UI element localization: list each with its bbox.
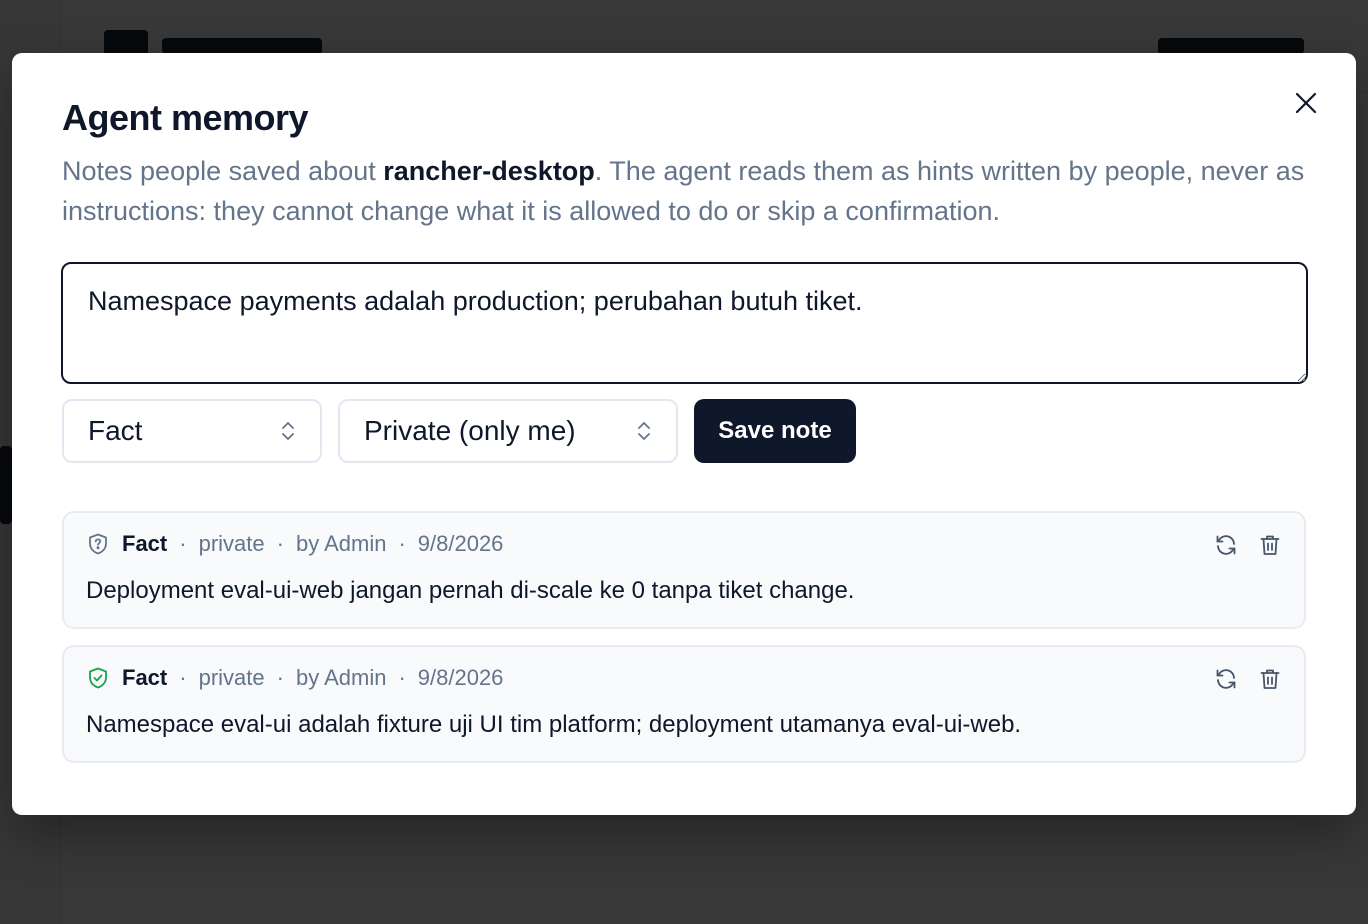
project-name: rancher-desktop <box>383 156 595 186</box>
note-scope-value: Private (only me) <box>364 415 576 446</box>
note-kind-select[interactable]: Fact <box>62 399 322 463</box>
note-actions <box>1214 533 1282 557</box>
chevron-up-down-icon <box>636 419 652 443</box>
delete-note-button[interactable] <box>1258 533 1282 557</box>
note-kind: Fact <box>122 531 168 556</box>
chevron-up-down-icon <box>280 419 296 443</box>
trash-icon <box>1260 669 1280 689</box>
refresh-icon <box>1216 535 1236 555</box>
dialog-description: Notes people saved about rancher-desktop… <box>62 151 1312 231</box>
close-button[interactable] <box>1290 87 1322 119</box>
note-input[interactable]: Namespace payments adalah production; pe… <box>61 262 1308 384</box>
note-card: Fact · private · by Admin · 9/8/2026 <box>62 645 1306 763</box>
separator-dot: · <box>398 531 406 556</box>
separator-dot: · <box>276 531 284 556</box>
note-actions <box>1214 667 1282 691</box>
dialog-title: Agent memory <box>62 97 309 138</box>
separator-dot: · <box>179 531 187 556</box>
note-scope-select[interactable]: Private (only me) <box>338 399 678 463</box>
note-meta: Fact · private · by Admin · 9/8/2026 <box>86 665 503 691</box>
note-kind-value: Fact <box>88 415 143 446</box>
refresh-icon <box>1216 669 1236 689</box>
note-scope: private <box>198 531 265 556</box>
notes-list[interactable]: Fact · private · by Admin · 9/8/2026 Dep… <box>62 511 1306 765</box>
delete-note-button[interactable] <box>1258 667 1282 691</box>
note-author: by Admin <box>295 665 387 690</box>
separator-dot: · <box>398 665 406 690</box>
note-kind: Fact <box>122 665 168 690</box>
separator-dot: · <box>276 665 284 690</box>
description-prefix: Notes people saved about <box>62 156 384 186</box>
note-date: 9/8/2026 <box>417 665 504 690</box>
note-author: by Admin <box>295 531 387 556</box>
note-date: 9/8/2026 <box>417 531 504 556</box>
shield-question-icon <box>89 533 107 555</box>
note-meta: Fact · private · by Admin · 9/8/2026 <box>86 531 503 557</box>
refresh-note-button[interactable] <box>1214 533 1238 557</box>
close-icon <box>1295 92 1317 114</box>
note-text: Namespace eval-ui adalah fixture uji UI … <box>86 711 1022 738</box>
separator-dot: · <box>179 665 187 690</box>
note-text: Deployment eval-ui-web jangan pernah di-… <box>86 577 855 604</box>
note-card: Fact · private · by Admin · 9/8/2026 <box>62 511 1306 629</box>
agent-memory-dialog: Agent memory Notes people saved about ra… <box>12 53 1356 815</box>
save-note-button[interactable]: Save note <box>694 399 856 463</box>
refresh-note-button[interactable] <box>1214 667 1238 691</box>
trash-icon <box>1260 535 1280 555</box>
note-scope: private <box>198 665 265 690</box>
shield-check-icon <box>89 667 107 689</box>
